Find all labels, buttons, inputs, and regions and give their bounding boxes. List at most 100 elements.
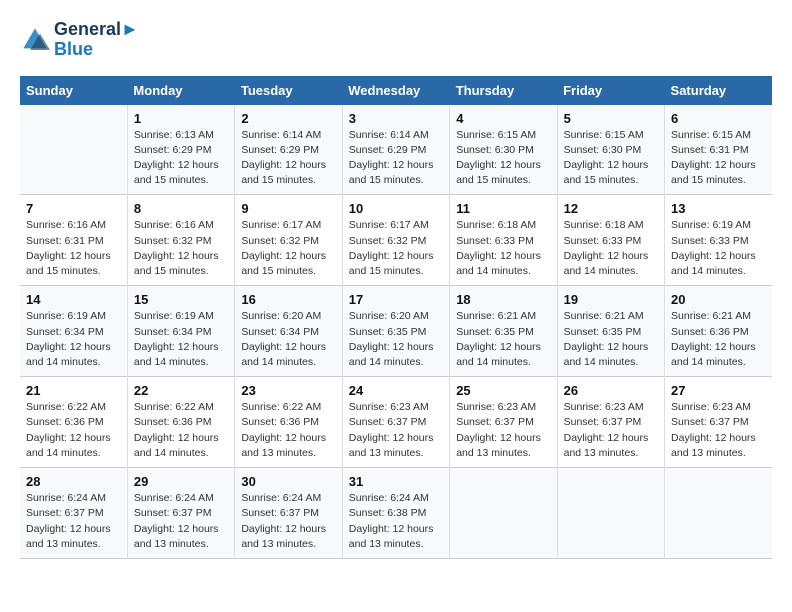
day-number: 9 [241, 201, 335, 216]
weekday-header-row: SundayMondayTuesdayWednesdayThursdayFrid… [20, 76, 772, 105]
day-number: 20 [671, 292, 766, 307]
day-info: Sunrise: 6:14 AMSunset: 6:29 PMDaylight:… [241, 128, 335, 189]
calendar-cell: 30Sunrise: 6:24 AMSunset: 6:37 PMDayligh… [235, 468, 342, 559]
day-number: 15 [134, 292, 228, 307]
day-number: 10 [349, 201, 443, 216]
day-number: 19 [564, 292, 658, 307]
calendar-cell: 16Sunrise: 6:20 AMSunset: 6:34 PMDayligh… [235, 286, 342, 377]
calendar-body: 1 Sunrise: 6:13 AMSunset: 6:29 PMDaylight… [20, 105, 772, 559]
calendar-cell: 10 Sunrise: 6:17 AMSunset: 6:32 PMDayligh… [342, 195, 449, 286]
day-number: 30 [241, 474, 335, 489]
calendar-cell: 1 Sunrise: 6:13 AMSunset: 6:29 PMDaylight… [127, 105, 234, 195]
day-info: Sunrise: 6:14 AMSunset: 6:29 PMDaylight:… [349, 128, 443, 189]
day-info: Sunrise: 6:22 AMSunset: 6:36 PMDaylight:… [26, 400, 121, 461]
day-number: 29 [134, 474, 228, 489]
day-info: Sunrise: 6:23 AMSunset: 6:37 PMDaylight:… [564, 400, 658, 461]
calendar-week-1: 1 Sunrise: 6:13 AMSunset: 6:29 PMDaylight… [20, 105, 772, 195]
calendar-header: SundayMondayTuesdayWednesdayThursdayFrid… [20, 76, 772, 105]
day-number: 4 [456, 111, 550, 126]
day-info: Sunrise: 6:18 AMSunset: 6:33 PMDaylight:… [564, 218, 658, 279]
calendar-cell: 3 Sunrise: 6:14 AMSunset: 6:29 PMDaylight… [342, 105, 449, 195]
day-number: 11 [456, 201, 550, 216]
weekday-header-tuesday: Tuesday [235, 76, 342, 105]
logo: General► Blue [20, 20, 139, 60]
calendar-cell: 29 Sunrise: 6:24 AMSunset: 6:37 PMDayligh… [127, 468, 234, 559]
day-number: 13 [671, 201, 766, 216]
calendar-cell: 21 Sunrise: 6:22 AMSunset: 6:36 PMDayligh… [20, 377, 127, 468]
day-number: 6 [671, 111, 766, 126]
calendar-cell: 9Sunrise: 6:17 AMSunset: 6:32 PMDaylight… [235, 195, 342, 286]
calendar-cell: 7 Sunrise: 6:16 AMSunset: 6:31 PMDaylight… [20, 195, 127, 286]
day-number: 16 [241, 292, 335, 307]
calendar-cell: 19 Sunrise: 6:21 AMSunset: 6:35 PMDayligh… [557, 286, 664, 377]
calendar-cell: 13 Sunrise: 6:19 AMSunset: 6:33 PMDayligh… [665, 195, 772, 286]
day-number: 12 [564, 201, 658, 216]
day-info: Sunrise: 6:19 AMSunset: 6:34 PMDaylight:… [134, 309, 228, 370]
day-info: Sunrise: 6:24 AMSunset: 6:37 PMDaylight:… [134, 491, 228, 552]
day-info: Sunrise: 6:24 AMSunset: 6:37 PMDaylight:… [26, 491, 121, 552]
calendar-table: SundayMondayTuesdayWednesdayThursdayFrid… [20, 76, 772, 559]
day-info: Sunrise: 6:22 AMSunset: 6:36 PMDaylight:… [241, 400, 335, 461]
weekday-header-thursday: Thursday [450, 76, 557, 105]
calendar-cell: 28 Sunrise: 6:24 AMSunset: 6:37 PMDayligh… [20, 468, 127, 559]
day-info: Sunrise: 6:23 AMSunset: 6:37 PMDaylight:… [671, 400, 766, 461]
logo-icon [20, 25, 50, 55]
day-info: Sunrise: 6:21 AMSunset: 6:36 PMDaylight:… [671, 309, 766, 370]
calendar-cell [557, 468, 664, 559]
calendar-cell: 27 Sunrise: 6:23 AMSunset: 6:37 PMDayligh… [665, 377, 772, 468]
calendar-cell: 2Sunrise: 6:14 AMSunset: 6:29 PMDaylight… [235, 105, 342, 195]
calendar-cell: 14 Sunrise: 6:19 AMSunset: 6:34 PMDayligh… [20, 286, 127, 377]
day-info: Sunrise: 6:16 AMSunset: 6:31 PMDaylight:… [26, 218, 121, 279]
calendar-cell: 31 Sunrise: 6:24 AMSunset: 6:38 PMDayligh… [342, 468, 449, 559]
calendar-cell: 15 Sunrise: 6:19 AMSunset: 6:34 PMDayligh… [127, 286, 234, 377]
day-number: 26 [564, 383, 658, 398]
day-info: Sunrise: 6:18 AMSunset: 6:33 PMDaylight:… [456, 218, 550, 279]
calendar-cell: 20 Sunrise: 6:21 AMSunset: 6:36 PMDayligh… [665, 286, 772, 377]
day-number: 14 [26, 292, 121, 307]
weekday-header-friday: Friday [557, 76, 664, 105]
calendar-cell: 8Sunrise: 6:16 AMSunset: 6:32 PMDaylight… [127, 195, 234, 286]
calendar-cell: 12 Sunrise: 6:18 AMSunset: 6:33 PMDayligh… [557, 195, 664, 286]
day-info: Sunrise: 6:19 AMSunset: 6:33 PMDaylight:… [671, 218, 766, 279]
day-info: Sunrise: 6:13 AMSunset: 6:29 PMDaylight:… [134, 128, 228, 189]
day-info: Sunrise: 6:24 AMSunset: 6:38 PMDaylight:… [349, 491, 443, 552]
day-info: Sunrise: 6:22 AMSunset: 6:36 PMDaylight:… [134, 400, 228, 461]
calendar-cell: 11 Sunrise: 6:18 AMSunset: 6:33 PMDayligh… [450, 195, 557, 286]
day-number: 7 [26, 201, 121, 216]
day-number: 27 [671, 383, 766, 398]
day-number: 1 [134, 111, 228, 126]
calendar-cell: 26 Sunrise: 6:23 AMSunset: 6:37 PMDayligh… [557, 377, 664, 468]
page-header: General► Blue [20, 20, 772, 60]
day-number: 3 [349, 111, 443, 126]
calendar-cell [665, 468, 772, 559]
day-number: 22 [134, 383, 228, 398]
calendar-cell: 23Sunrise: 6:22 AMSunset: 6:36 PMDayligh… [235, 377, 342, 468]
day-number: 21 [26, 383, 121, 398]
day-number: 5 [564, 111, 658, 126]
day-number: 28 [26, 474, 121, 489]
day-number: 31 [349, 474, 443, 489]
calendar-cell: 17 Sunrise: 6:20 AMSunset: 6:35 PMDayligh… [342, 286, 449, 377]
logo-text: General► Blue [54, 20, 139, 60]
day-info: Sunrise: 6:17 AMSunset: 6:32 PMDaylight:… [349, 218, 443, 279]
calendar-week-5: 28 Sunrise: 6:24 AMSunset: 6:37 PMDayligh… [20, 468, 772, 559]
day-number: 18 [456, 292, 550, 307]
day-info: Sunrise: 6:23 AMSunset: 6:37 PMDaylight:… [349, 400, 443, 461]
weekday-header-sunday: Sunday [20, 76, 127, 105]
calendar-week-3: 14 Sunrise: 6:19 AMSunset: 6:34 PMDayligh… [20, 286, 772, 377]
day-number: 8 [134, 201, 228, 216]
day-number: 17 [349, 292, 443, 307]
calendar-week-4: 21 Sunrise: 6:22 AMSunset: 6:36 PMDayligh… [20, 377, 772, 468]
day-info: Sunrise: 6:21 AMSunset: 6:35 PMDaylight:… [564, 309, 658, 370]
calendar-cell: 4 Sunrise: 6:15 AMSunset: 6:30 PMDaylight… [450, 105, 557, 195]
day-info: Sunrise: 6:15 AMSunset: 6:30 PMDaylight:… [456, 128, 550, 189]
calendar-cell: 22 Sunrise: 6:22 AMSunset: 6:36 PMDayligh… [127, 377, 234, 468]
day-info: Sunrise: 6:23 AMSunset: 6:37 PMDaylight:… [456, 400, 550, 461]
day-number: 24 [349, 383, 443, 398]
day-info: Sunrise: 6:19 AMSunset: 6:34 PMDaylight:… [26, 309, 121, 370]
calendar-cell: 18Sunrise: 6:21 AMSunset: 6:35 PMDayligh… [450, 286, 557, 377]
calendar-cell: 24 Sunrise: 6:23 AMSunset: 6:37 PMDayligh… [342, 377, 449, 468]
day-info: Sunrise: 6:15 AMSunset: 6:31 PMDaylight:… [671, 128, 766, 189]
weekday-header-saturday: Saturday [665, 76, 772, 105]
day-info: Sunrise: 6:20 AMSunset: 6:35 PMDaylight:… [349, 309, 443, 370]
